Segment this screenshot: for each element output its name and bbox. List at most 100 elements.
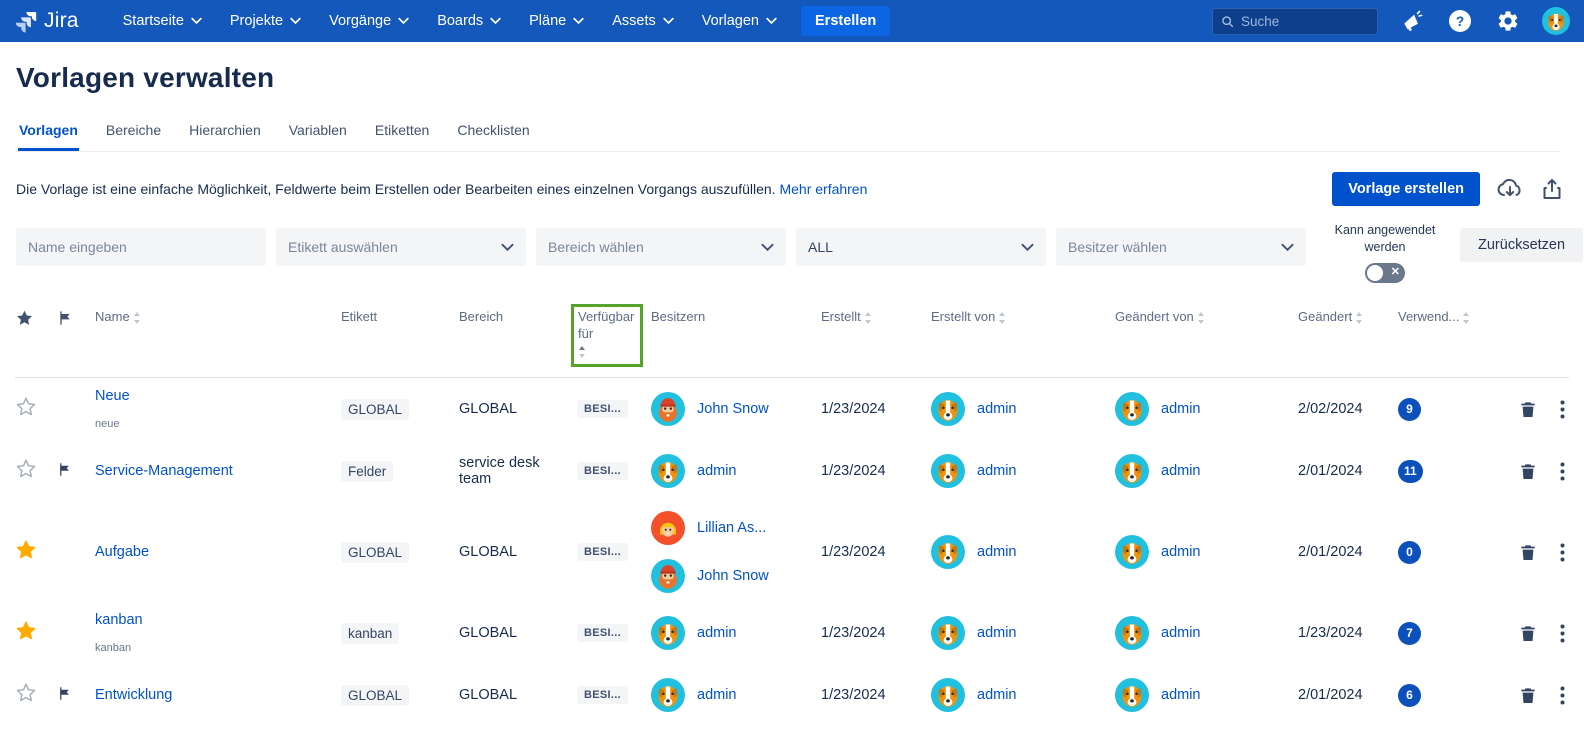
column-header-available-for[interactable]: Verfügbar für bbox=[577, 309, 651, 368]
delete-button[interactable] bbox=[1518, 399, 1538, 420]
row-star-button[interactable] bbox=[15, 682, 37, 704]
available-for-tag[interactable]: BESI... bbox=[577, 543, 628, 561]
available-for-tag[interactable]: BESI... bbox=[577, 462, 628, 480]
column-header-name[interactable]: Name bbox=[95, 309, 341, 329]
template-name-link[interactable]: Neue bbox=[95, 388, 337, 404]
scope-filter-select[interactable]: Bereich wählen bbox=[536, 228, 786, 266]
modified-by-avatar[interactable] bbox=[1115, 616, 1149, 650]
row-star-button[interactable] bbox=[15, 620, 37, 642]
row-flag-button[interactable] bbox=[57, 461, 72, 478]
usage-count-badge[interactable]: 6 bbox=[1398, 684, 1421, 707]
usage-count-badge[interactable]: 7 bbox=[1398, 622, 1421, 645]
modified-by-link[interactable]: admin bbox=[1161, 401, 1201, 417]
nav-item-startseite[interactable]: Startseite bbox=[111, 6, 214, 36]
search-box[interactable] bbox=[1212, 8, 1378, 35]
row-menu-button[interactable] bbox=[1560, 399, 1565, 420]
user-avatar[interactable] bbox=[1542, 7, 1570, 35]
nav-item-assets[interactable]: Assets bbox=[600, 6, 686, 36]
owner-link[interactable]: John Snow bbox=[697, 401, 769, 417]
row-menu-button[interactable] bbox=[1560, 542, 1565, 563]
usage-count-badge[interactable]: 11 bbox=[1398, 460, 1423, 483]
template-name-link[interactable]: Aufgabe bbox=[95, 544, 337, 560]
tab-variablen[interactable]: Variablen bbox=[288, 116, 348, 151]
name-filter-input[interactable] bbox=[16, 228, 266, 266]
owner-avatar[interactable] bbox=[651, 392, 685, 426]
column-header-usage[interactable]: Verwend... bbox=[1398, 309, 1484, 329]
modified-by-link[interactable]: admin bbox=[1161, 544, 1201, 560]
created-by-link[interactable]: admin bbox=[977, 544, 1017, 560]
column-header-modified-by[interactable]: Geändert von bbox=[1115, 309, 1298, 329]
column-header-scope[interactable]: Bereich bbox=[459, 309, 577, 326]
flag-column-header[interactable] bbox=[57, 309, 95, 327]
column-header-label[interactable]: Etikett bbox=[341, 309, 459, 326]
row-star-button[interactable] bbox=[15, 539, 37, 561]
owner-link[interactable]: admin bbox=[697, 687, 737, 703]
created-by-avatar[interactable] bbox=[931, 678, 965, 712]
star-column-header[interactable] bbox=[15, 309, 57, 328]
name-filter-field[interactable] bbox=[28, 239, 254, 255]
nav-item-boards[interactable]: Boards bbox=[425, 6, 513, 36]
row-star-button[interactable] bbox=[15, 458, 37, 480]
template-name-link[interactable]: Entwicklung bbox=[95, 687, 337, 703]
created-by-avatar[interactable] bbox=[931, 454, 965, 488]
delete-button[interactable] bbox=[1518, 623, 1538, 644]
owner-link[interactable]: John Snow bbox=[697, 568, 769, 584]
created-by-avatar[interactable] bbox=[931, 616, 965, 650]
modified-by-avatar[interactable] bbox=[1115, 392, 1149, 426]
row-menu-button[interactable] bbox=[1560, 461, 1565, 482]
available-for-tag[interactable]: BESI... bbox=[577, 400, 628, 418]
usage-count-badge[interactable]: 9 bbox=[1398, 398, 1421, 421]
owner-filter-select[interactable]: Besitzer wählen bbox=[1056, 228, 1306, 266]
nav-item-projekte[interactable]: Projekte bbox=[218, 6, 313, 36]
delete-button[interactable] bbox=[1518, 461, 1538, 482]
column-header-modified[interactable]: Geändert bbox=[1298, 309, 1398, 329]
owner-avatar[interactable] bbox=[651, 511, 685, 545]
owner-link[interactable]: admin bbox=[697, 625, 737, 641]
help-icon[interactable]: ? bbox=[1446, 7, 1474, 35]
owner-avatar[interactable] bbox=[651, 678, 685, 712]
created-by-avatar[interactable] bbox=[931, 392, 965, 426]
created-by-link[interactable]: admin bbox=[977, 625, 1017, 641]
search-input[interactable] bbox=[1241, 14, 1369, 29]
owner-avatar[interactable] bbox=[651, 454, 685, 488]
tab-etiketten[interactable]: Etiketten bbox=[374, 116, 430, 151]
jira-logo[interactable]: Jira bbox=[14, 9, 79, 33]
owner-avatar[interactable] bbox=[651, 559, 685, 593]
learn-more-link[interactable]: Mehr erfahren bbox=[779, 181, 867, 197]
nav-item-vorlagen[interactable]: Vorlagen bbox=[690, 6, 789, 36]
announcements-megaphone-icon[interactable] bbox=[1398, 7, 1426, 35]
nav-item-vorgänge[interactable]: Vorgänge bbox=[317, 6, 421, 36]
modified-by-link[interactable]: admin bbox=[1161, 625, 1201, 641]
create-button[interactable]: Erstellen bbox=[801, 6, 890, 36]
owner-link[interactable]: Lillian As... bbox=[697, 520, 766, 536]
row-menu-button[interactable] bbox=[1560, 623, 1565, 644]
template-name-link[interactable]: kanban bbox=[95, 612, 337, 628]
row-star-button[interactable] bbox=[15, 396, 37, 418]
column-header-created-by[interactable]: Erstellt von bbox=[931, 309, 1115, 329]
owner-link[interactable]: admin bbox=[697, 463, 737, 479]
label-filter-select[interactable]: Etikett auswählen bbox=[276, 228, 526, 266]
import-cloud-download-icon[interactable] bbox=[1496, 176, 1524, 202]
tab-checklisten[interactable]: Checklisten bbox=[456, 116, 530, 151]
created-by-link[interactable]: admin bbox=[977, 401, 1017, 417]
modified-by-avatar[interactable] bbox=[1115, 678, 1149, 712]
template-name-link[interactable]: Service-Management bbox=[95, 463, 337, 479]
type-filter-select[interactable]: ALL bbox=[796, 228, 1046, 266]
modified-by-link[interactable]: admin bbox=[1161, 687, 1201, 703]
created-by-avatar[interactable] bbox=[931, 535, 965, 569]
available-for-tag[interactable]: BESI... bbox=[577, 624, 628, 642]
tab-vorlagen[interactable]: Vorlagen bbox=[18, 116, 79, 151]
nav-item-pläne[interactable]: Pläne bbox=[517, 6, 596, 36]
delete-button[interactable] bbox=[1518, 685, 1538, 706]
delete-button[interactable] bbox=[1518, 542, 1538, 563]
created-by-link[interactable]: admin bbox=[977, 463, 1017, 479]
row-menu-button[interactable] bbox=[1560, 685, 1565, 706]
create-template-button[interactable]: Vorlage erstellen bbox=[1332, 172, 1480, 206]
column-header-owners[interactable]: Besitzern bbox=[651, 309, 821, 326]
settings-gear-icon[interactable] bbox=[1494, 7, 1522, 35]
modified-by-link[interactable]: admin bbox=[1161, 463, 1201, 479]
column-header-created[interactable]: Erstellt bbox=[821, 309, 931, 329]
usage-count-badge[interactable]: 0 bbox=[1398, 541, 1421, 564]
modified-by-avatar[interactable] bbox=[1115, 454, 1149, 488]
export-share-icon[interactable] bbox=[1540, 176, 1564, 202]
